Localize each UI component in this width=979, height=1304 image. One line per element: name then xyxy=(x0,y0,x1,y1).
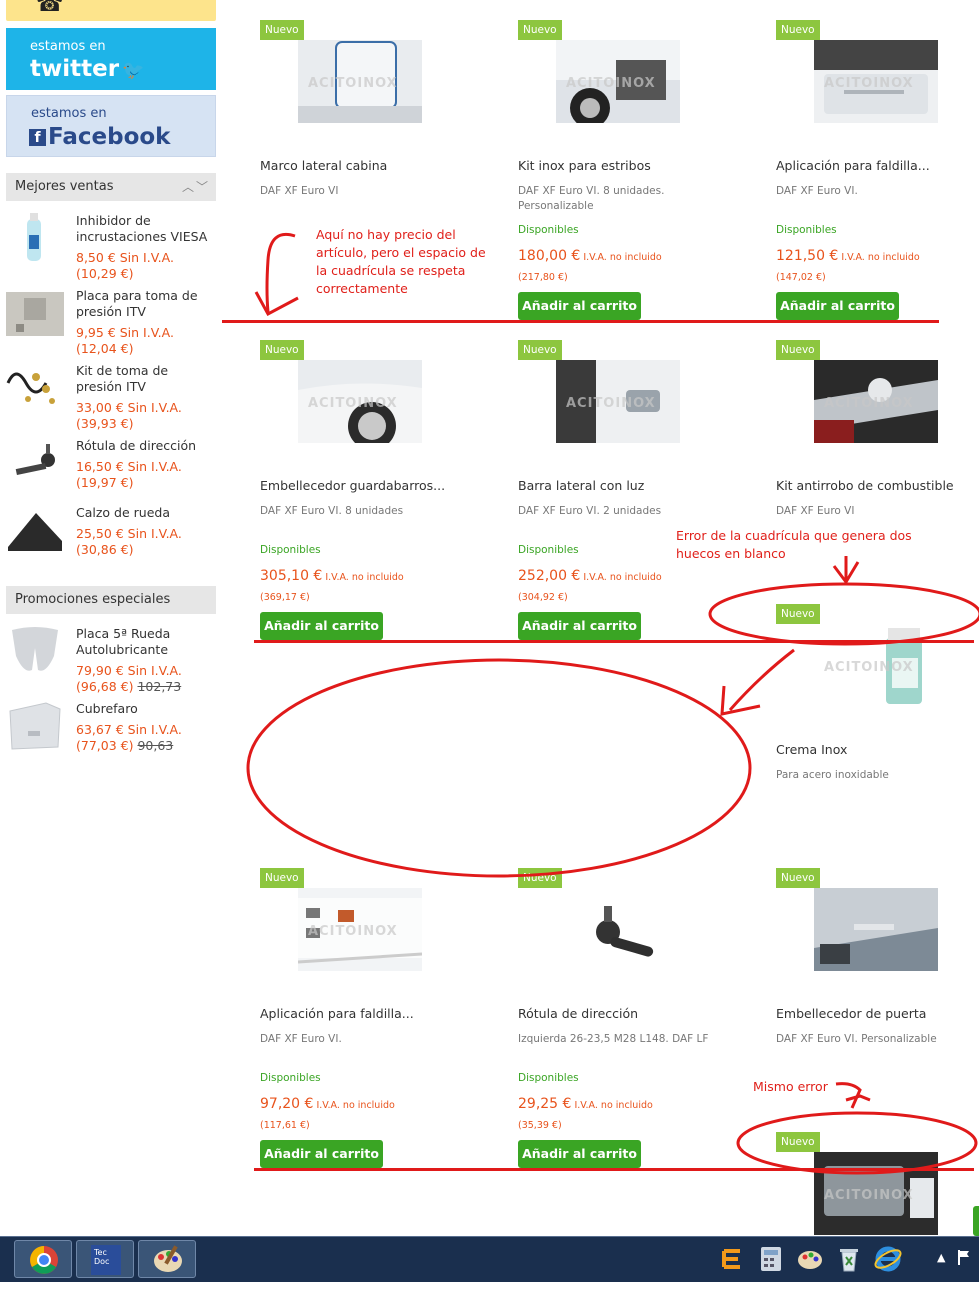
taskbar: Tec Doc ▲ xyxy=(0,1236,979,1282)
chrome-taskbar-button[interactable] xyxy=(14,1240,72,1278)
paint-tray-icon[interactable] xyxy=(796,1245,824,1273)
scroll-handle[interactable] xyxy=(973,1206,979,1236)
tray-expand-icon[interactable]: ▲ xyxy=(937,1251,945,1264)
chrome-icon xyxy=(30,1246,58,1274)
flag-icon[interactable] xyxy=(957,1249,971,1265)
app-e-icon[interactable] xyxy=(718,1245,746,1273)
annotation-drawings xyxy=(246,233,979,1175)
paint-taskbar-button[interactable] xyxy=(138,1240,196,1278)
recycle-bin-icon[interactable] xyxy=(835,1245,863,1273)
paint-icon xyxy=(154,1245,182,1272)
calculator-icon[interactable] xyxy=(757,1245,785,1273)
tecdoc-icon: Tec Doc xyxy=(91,1245,121,1275)
internet-explorer-icon[interactable] xyxy=(874,1245,902,1273)
below-taskbar-area xyxy=(0,1282,979,1304)
tecdoc-taskbar-button[interactable]: Tec Doc xyxy=(76,1240,134,1278)
